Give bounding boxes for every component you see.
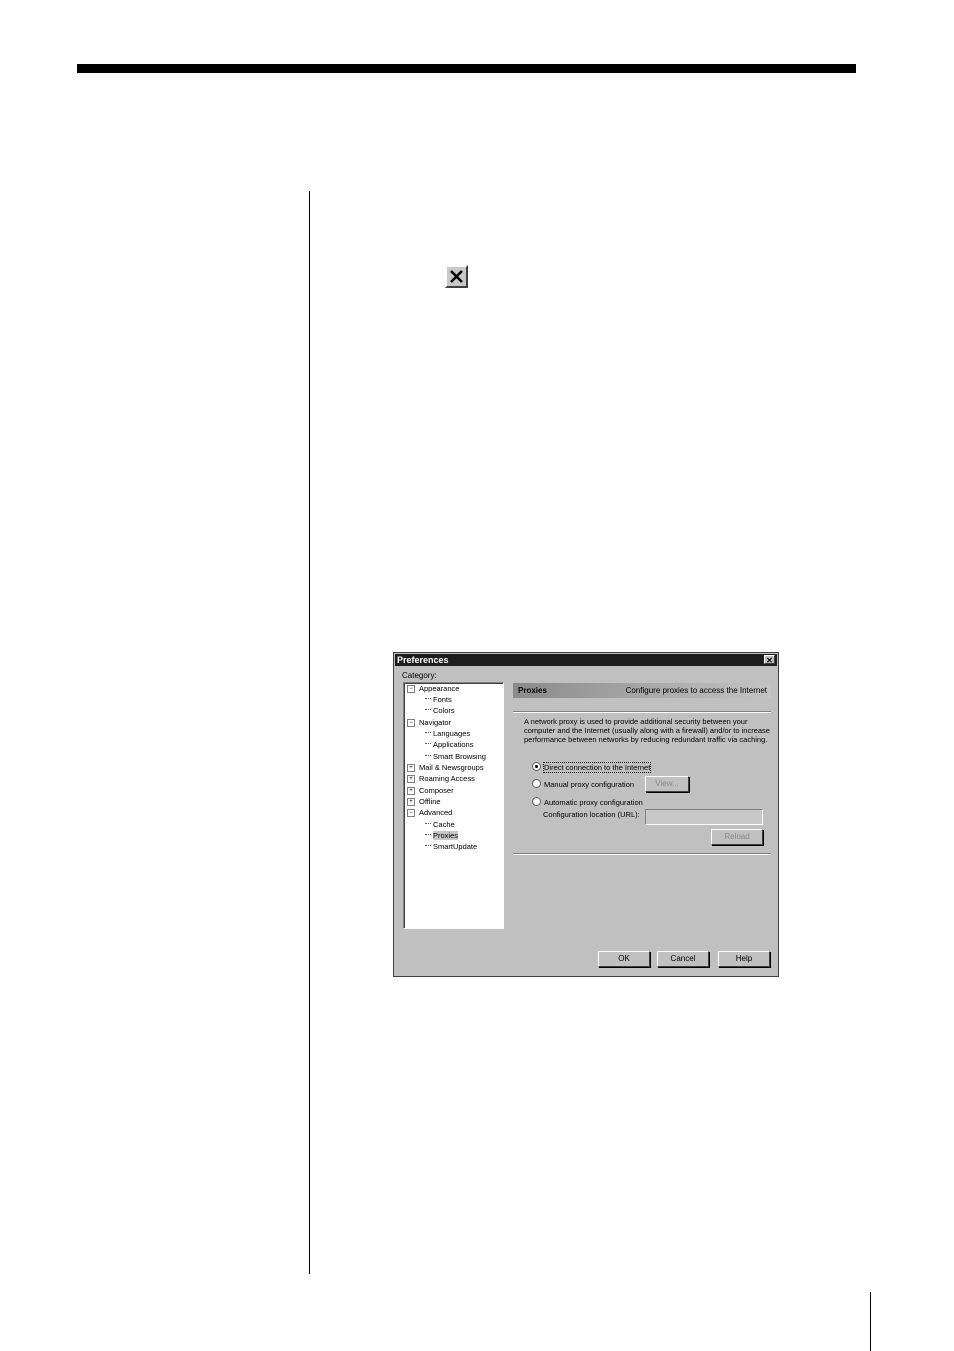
radio-button[interactable] <box>532 797 541 806</box>
tree-item-advanced[interactable]: − Advanced <box>407 808 452 818</box>
category-label: Category: <box>402 671 437 680</box>
radio-manual-proxy[interactable]: Manual proxy configuration <box>532 779 634 790</box>
dialog-close-icon[interactable]: ✕ <box>764 655 775 665</box>
proxy-description: A network proxy is used to provide addit… <box>524 717 770 744</box>
expand-icon[interactable]: + <box>407 787 415 795</box>
collapse-icon[interactable]: − <box>407 809 415 817</box>
top-rule <box>77 64 856 73</box>
collapse-icon[interactable]: − <box>407 719 415 727</box>
cancel-button[interactable]: Cancel <box>657 951 709 967</box>
tree-item-composer[interactable]: + Composer <box>407 786 454 796</box>
expand-icon[interactable]: + <box>407 798 415 806</box>
panel-subtitle: Configure proxies to access the Internet <box>625 686 767 695</box>
tree-item-colors[interactable]: Colors <box>425 706 455 716</box>
separator-bottom <box>513 853 771 855</box>
collapse-icon[interactable]: − <box>407 685 415 693</box>
tree-item-appearance[interactable]: − Appearance <box>407 684 459 694</box>
preferences-dialog: Preferences ✕ Category: − Appearance Font… <box>393 652 779 977</box>
help-button[interactable]: Help <box>718 951 770 967</box>
panel-title: Proxies <box>518 686 547 695</box>
radio-button[interactable] <box>532 779 541 788</box>
tree-item-mail-newsgroups[interactable]: + Mail & Newsgroups <box>407 763 484 773</box>
panel-header: Proxies Configure proxies to access the … <box>513 683 771 698</box>
config-url-label: Configuration location (URL): <box>543 810 640 819</box>
dialog-title: Preferences <box>397 655 449 665</box>
tree-item-offline[interactable]: + Offline <box>407 797 441 807</box>
tree-item-navigator[interactable]: − Navigator <box>407 718 451 728</box>
expand-icon[interactable]: + <box>407 775 415 783</box>
tree-item-smart-browsing[interactable]: Smart Browsing <box>425 752 486 762</box>
margin-line <box>309 191 310 1274</box>
tree-item-proxies[interactable]: Proxies <box>425 831 459 841</box>
tree-item-languages[interactable]: Languages <box>425 729 470 739</box>
close-icon <box>450 270 463 283</box>
radio-button-selected[interactable] <box>532 762 541 771</box>
radio-automatic-proxy[interactable]: Automatic proxy configuration <box>532 797 643 808</box>
tree-item-roaming-access[interactable]: + Roaming Access <box>407 774 475 784</box>
expand-icon[interactable]: + <box>407 764 415 772</box>
separator-top <box>513 711 771 713</box>
ok-button[interactable]: OK <box>598 951 650 967</box>
reload-button[interactable]: Reload <box>711 829 763 845</box>
dialog-titlebar: Preferences ✕ <box>395 654 777 666</box>
view-button[interactable]: View... <box>645 776 689 792</box>
tree-item-smartupdate[interactable]: SmartUpdate <box>425 842 477 852</box>
config-url-input[interactable] <box>645 809 763 825</box>
tree-item-cache[interactable]: Cache <box>425 820 455 830</box>
tree-item-applications[interactable]: Applications <box>425 740 473 750</box>
tree-item-fonts[interactable]: Fonts <box>425 695 452 705</box>
close-button-illustration <box>445 265 468 288</box>
footer-line <box>870 1292 871 1351</box>
category-tree[interactable]: − Appearance Fonts Colors − Navigator Lang… <box>403 682 504 929</box>
radio-direct-connection[interactable]: Direct connection to the Internet <box>532 762 652 773</box>
